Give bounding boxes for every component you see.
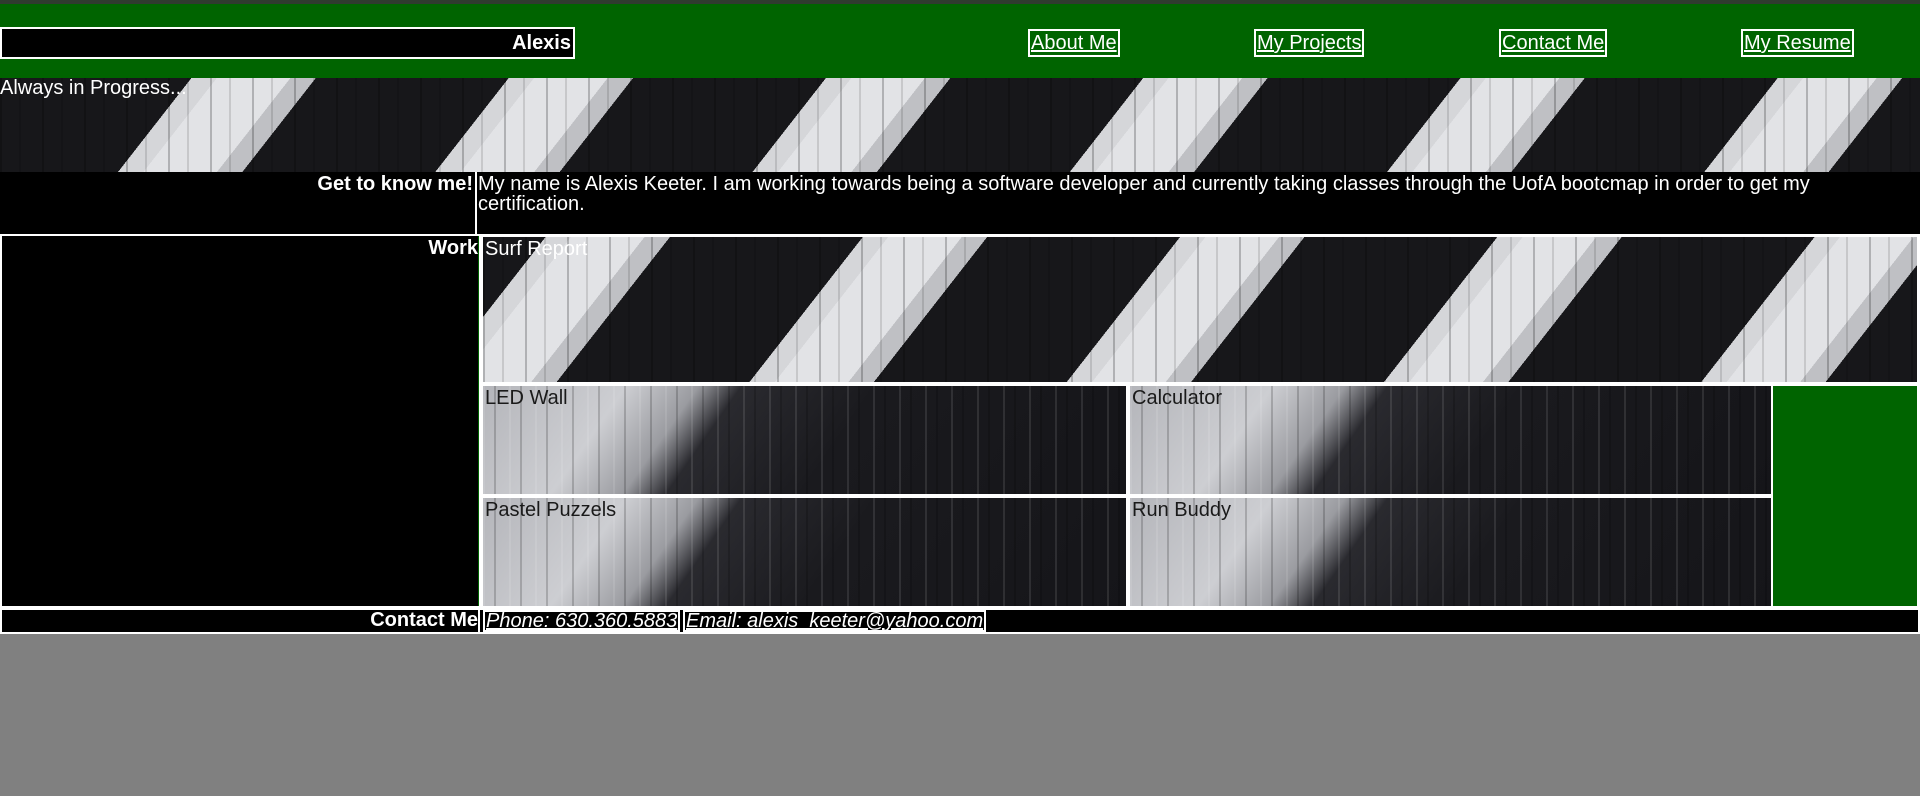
about-heading: Get to know me! [0,172,477,234]
phone-link[interactable]: Phone: 630.360.5883 [483,610,681,632]
project-title: Surf Report [485,238,588,260]
site-header: Alexis About Me My Projects Contact Me M… [0,4,1920,78]
project-pastel-puzzels[interactable]: Pastel Puzzels [483,498,1126,606]
project-title: LED Wall [485,387,568,409]
project-surf-report[interactable]: Surf Report [483,237,1917,382]
about-section: Get to know me! My name is Alexis Keeter… [0,172,1920,234]
about-text: My name is Alexis Keeter. I am working t… [478,173,1810,215]
brand-name: Alexis [0,27,575,59]
hero-banner: Always in Progress... [0,78,1920,172]
nav-my-resume[interactable]: My Resume [1741,29,1854,57]
project-calculator[interactable]: Calculator [1130,386,1771,494]
work-heading: Work [2,236,479,606]
nav-about-me[interactable]: About Me [1028,29,1120,57]
contact-heading: Contact Me [2,610,480,632]
project-led-wall[interactable]: LED Wall [483,386,1126,494]
contact-section: Contact Me Phone: 630.360.5883 Email: al… [0,608,1920,634]
work-filler [1773,386,1917,606]
contact-bar: Contact Me Phone: 630.360.5883 Email: al… [2,610,1918,632]
hero-tagline: Always in Progress... [0,77,187,99]
nav-contact-me[interactable]: Contact Me [1499,29,1608,57]
project-title: Calculator [1132,387,1223,409]
project-title: Pastel Puzzels [485,499,617,521]
project-run-buddy[interactable]: Run Buddy [1130,498,1771,606]
work-section: Work Surf Report LED Wall Calculator Pas… [0,234,1920,608]
email-link[interactable]: Email: alexis_keeter@yahoo.com [683,610,987,632]
page: Alexis About Me My Projects Contact Me M… [0,0,1920,796]
project-title: Run Buddy [1132,499,1231,521]
nav-my-projects[interactable]: My Projects [1254,29,1365,57]
